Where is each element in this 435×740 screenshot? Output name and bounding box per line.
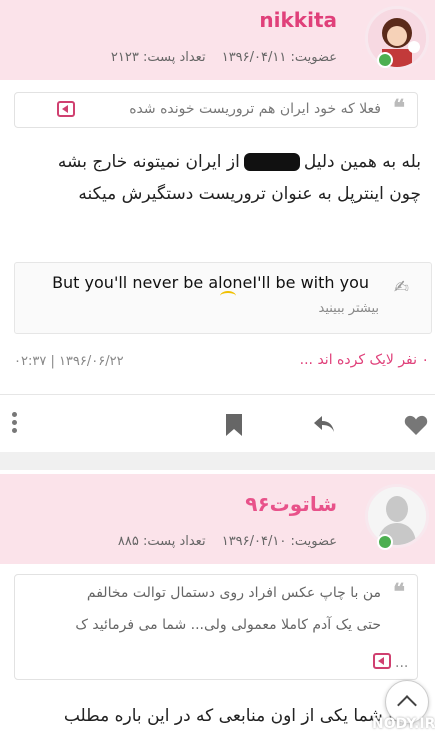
post-body-segment: از ایران نمیتونه خارج بشه — [57, 152, 240, 172]
username[interactable]: شاتوت۹۶ — [245, 492, 337, 516]
likes-count[interactable]: ۰ نفر لایک کرده اند ... — [300, 352, 429, 368]
default-avatar-icon — [368, 487, 426, 545]
redacted-text — [243, 153, 300, 171]
user-meta: عضویت: ۱۳۹۶/۰۴/۱۰ تعداد پست: ۸۸۵ — [106, 534, 337, 549]
reply-icon[interactable] — [312, 414, 336, 434]
more-vertical-icon[interactable] — [12, 412, 18, 436]
expand-quote-icon[interactable] — [373, 653, 391, 669]
post-body-line: بله به همین دلیل از ایران نمیتونه خارج بش… — [58, 146, 421, 178]
quote-icon: ❝ — [393, 579, 405, 605]
signature-decoration — [220, 291, 236, 301]
quote-text: حتی یک آدم کاملا معمولی ولی... شما می فر… — [75, 617, 381, 633]
post-body-line: لطفا شما یکی از اون منابعی که در این بار… — [63, 706, 421, 726]
user-meta: عضویت: ۱۳۹۶/۰۴/۱۱ تعداد پست: ۲۱۲۳ — [99, 50, 337, 65]
post-body-line: چون اینترپل به عنوان تروریست دستگیرش میک… — [78, 184, 421, 204]
watermark: NODY.IR — [372, 716, 435, 732]
avatar[interactable] — [365, 484, 429, 548]
join-date: عضویت: ۱۳۹۶/۰۴/۱۱ — [221, 50, 337, 65]
quote-box: ❝ من با چاپ عکس افراد روی دستمال توالت م… — [14, 574, 418, 680]
online-status-dot — [377, 52, 393, 68]
post-actions — [0, 404, 435, 446]
post-count: تعداد پست: ۲۱۲۳ — [110, 50, 206, 65]
post-count: تعداد پست: ۸۸۵ — [117, 534, 206, 549]
join-date: عضویت: ۱۳۹۶/۰۴/۱۰ — [221, 534, 337, 549]
post-body: بله به همین دلیل از ایران نمیتونه خارج بش… — [58, 146, 421, 210]
online-status-dot — [377, 534, 393, 550]
post-body-segment: بله به همین دلیل — [303, 152, 421, 172]
signature-icon: ✍ — [393, 277, 409, 298]
post-separator — [0, 452, 435, 470]
post-header: nikkita عضویت: ۱۳۹۶/۰۴/۱۱ تعداد پست: ۲۱۲… — [0, 0, 435, 80]
quote-icon: ❝ — [393, 95, 405, 121]
heart-icon[interactable] — [404, 414, 428, 436]
post-body: لطفا شما یکی از اون منابعی که در این بار… — [64, 700, 421, 732]
post-header: شاتوت۹۶ عضویت: ۱۳۹۶/۰۴/۱۰ تعداد پست: ۸۸۵ — [0, 474, 435, 564]
show-more-link[interactable]: بیشتر ببینید — [319, 301, 380, 316]
quote-text: فعلا که خود ایران هم تروریست خونده شده — [129, 101, 381, 117]
signature-text: But you'll never be aloneI'll be with yo… — [52, 273, 369, 292]
quote-text: من با چاپ عکس افراد روی دستمال توالت مخا… — [86, 585, 381, 601]
username[interactable]: nikkita — [259, 8, 337, 32]
quote-ellipsis: ... — [395, 655, 409, 671]
post-date: ۰۲:۳۷ | ۱۳۹۶/۰۶/۲۲ — [14, 354, 124, 369]
bookmark-icon[interactable] — [226, 414, 242, 436]
divider — [0, 394, 435, 395]
expand-quote-icon[interactable] — [57, 101, 75, 117]
quote-box: ❝ فعلا که خود ایران هم تروریست خونده شده — [14, 92, 418, 128]
avatar[interactable] — [365, 6, 429, 70]
